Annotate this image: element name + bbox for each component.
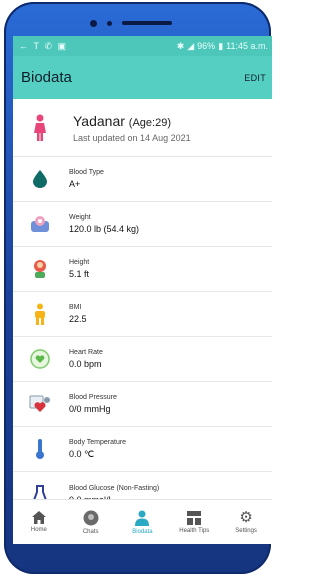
phone-icon: ✆ — [44, 40, 53, 51]
sensor-dot — [107, 21, 112, 26]
metric-label: Body Temperature — [69, 438, 127, 446]
front-camera — [90, 20, 97, 27]
profile-header: Yadanar (Age:29) Last updated on 14 Aug … — [13, 99, 272, 157]
metric-label: Heart Rate — [69, 349, 103, 356]
bluetooth-icon: ✱ — [176, 40, 185, 51]
tetris-icon: T — [33, 41, 40, 51]
metric-label: Blood Type — [69, 169, 104, 176]
nav-label: Health Tips — [179, 527, 210, 534]
home-icon — [31, 511, 46, 524]
edit-button[interactable]: EDIT — [244, 73, 266, 83]
page-title: Biodata — [21, 69, 72, 86]
weight-scale-icon — [27, 215, 53, 233]
nav-biodata[interactable]: Biodata — [118, 510, 166, 535]
metric-heart-rate[interactable]: Heart Rate 0.0 bpm — [13, 337, 272, 382]
nav-settings[interactable]: ⚙ Settings — [222, 508, 270, 534]
profile-age: (Age:29) — [128, 116, 171, 129]
metric-label: Blood Pressure — [69, 394, 117, 401]
nav-label: Chats — [82, 528, 99, 535]
metric-weight[interactable]: Weight 120.0 lb (54.4 kg) — [13, 202, 272, 247]
battery-percent: 96% — [197, 41, 216, 51]
bottom-navigation: Home Chats Biodata Health Tips ⚙ Setting… — [13, 499, 272, 544]
nav-home[interactable]: Home — [15, 511, 63, 533]
chat-icon — [83, 510, 99, 526]
app-screen: ← T ✆ ▣ ✱ ◢ 96% ▮ 11:45 a.m. Biodata EDI… — [13, 36, 272, 544]
metric-label: Weight — [69, 214, 91, 221]
blood-drop-icon — [27, 170, 53, 188]
height-icon — [27, 259, 53, 279]
image-icon: ▣ — [57, 40, 67, 51]
metric-blood-pressure[interactable]: Blood Pressure 0/0 mmHg — [13, 382, 272, 427]
tips-icon — [187, 510, 202, 525]
metric-label: BMI — [69, 304, 82, 311]
app-bar: Biodata EDIT — [13, 56, 272, 99]
nav-label: Biodata — [132, 528, 153, 535]
clock: 11:45 a.m. — [226, 41, 268, 51]
thermometer-icon — [27, 438, 53, 460]
heart-rate-icon — [27, 349, 53, 369]
nav-label: Settings — [235, 527, 257, 534]
last-updated: Last updated on 14 Aug 2021 — [73, 132, 191, 143]
metric-value: 120.0 lb (54.4 kg) — [69, 224, 140, 234]
metric-height[interactable]: Height 5.1 ft — [13, 247, 272, 292]
nav-health-tips[interactable]: Health Tips — [170, 510, 218, 534]
speaker-grill — [122, 21, 172, 25]
metric-label: Height — [69, 259, 90, 266]
metric-value: 0.0 ℃ — [69, 448, 95, 459]
metric-value: 5.1 ft — [69, 269, 90, 279]
metric-bmi[interactable]: BMI 22.5 — [13, 292, 272, 337]
back-arrow-icon: ← — [19, 41, 29, 51]
signal-icon: ◢ — [187, 40, 195, 51]
gear-icon: ⚙ — [239, 508, 253, 526]
person-icon — [135, 510, 150, 526]
battery-icon: ▮ — [218, 40, 224, 51]
metric-label: Blood Glucose (Non-Fasting) — [69, 484, 160, 492]
profile-name: Yadanar — [73, 112, 125, 129]
female-avatar-icon — [27, 114, 53, 142]
biodata-list: Blood Type A+ Weight 120.0 lb (54.4 kg) … — [13, 157, 272, 517]
blood-pressure-icon — [27, 394, 53, 414]
metric-value: A+ — [69, 179, 81, 189]
nav-chats[interactable]: Chats — [67, 510, 115, 535]
nav-label: Home — [30, 527, 47, 533]
bmi-person-icon — [27, 303, 53, 325]
metric-blood-type[interactable]: Blood Type A+ — [13, 157, 272, 202]
metric-value: 22.5 — [69, 314, 87, 324]
metric-body-temperature[interactable]: Body Temperature 0.0 ℃ — [13, 427, 272, 472]
metric-value: 0/0 mmHg — [69, 404, 111, 414]
metric-value: 0.0 bpm — [69, 359, 102, 369]
status-bar: ← T ✆ ▣ ✱ ◢ 96% ▮ 11:45 a.m. — [13, 36, 272, 56]
